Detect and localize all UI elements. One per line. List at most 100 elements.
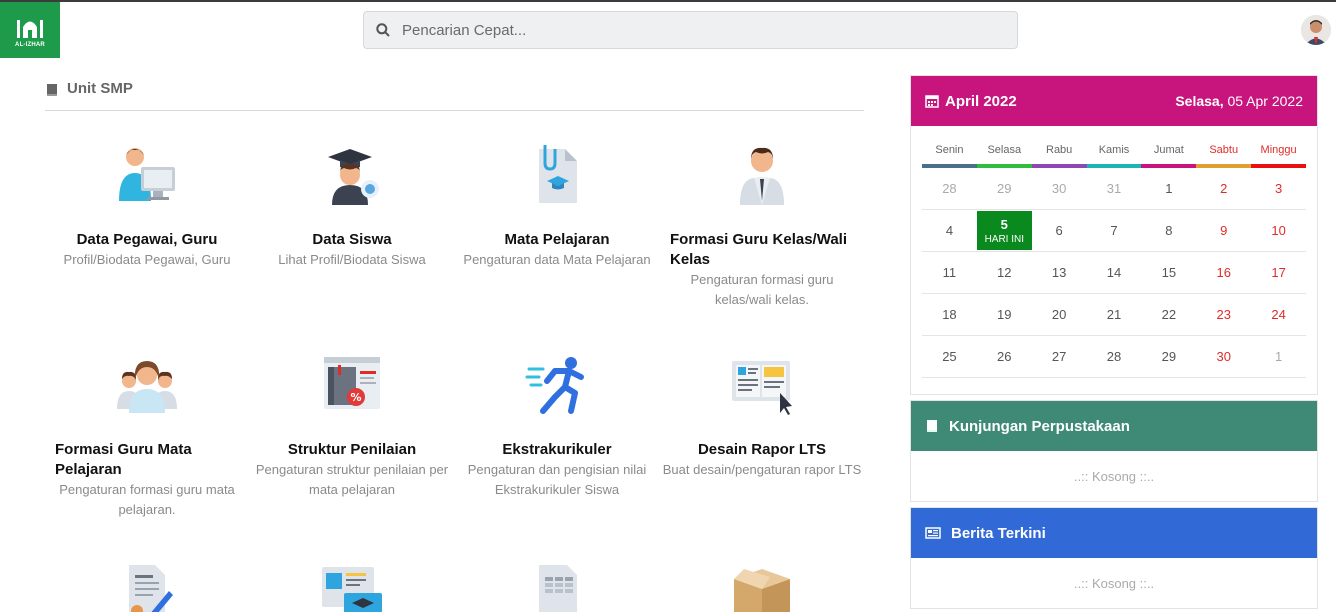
employee-computer-icon — [119, 148, 175, 201]
calendar-day-cell[interactable]: 12 — [977, 252, 1032, 293]
library-panel-title: Kunjungan Perpustakaan — [949, 417, 1130, 435]
calendar-day-cell[interactable]: 24 — [1251, 294, 1306, 335]
calendar-day-cell[interactable]: 18 — [922, 294, 977, 335]
calendar-day-cell[interactable]: 26 — [977, 336, 1032, 377]
tile-title: Mata Pelajaran — [504, 231, 610, 248]
calendar-week-row: 25 26 27 28 29 30 1 — [922, 336, 1306, 378]
calendar-date: 05 Apr 2022 — [1227, 93, 1303, 109]
calendar-day-cell[interactable]: 16 — [1196, 252, 1251, 293]
tile-desc: Pengaturan formasi guru kelas/wali kelas… — [690, 272, 834, 307]
tile-ekstrakurikuler[interactable]: Ekstrakurikuler Pengaturan dan pengisian… — [457, 350, 657, 500]
calendar-week-row: 11 12 13 14 15 16 17 — [922, 252, 1306, 294]
calendar-day-cell[interactable]: 13 — [1032, 252, 1087, 293]
news-panel-header: Berita Terkini — [911, 508, 1317, 558]
calendar-icon — [925, 95, 939, 108]
tile-formasi-guru-mapel[interactable]: Formasi Guru Mata Pelajaran Pengaturan f… — [47, 350, 247, 520]
section-title: Unit SMP — [67, 80, 133, 97]
search-input[interactable] — [402, 12, 1017, 48]
teacher-icon — [740, 147, 784, 205]
calendar-day-cell[interactable]: 10 — [1251, 210, 1306, 251]
calendar-week-row: 4 5 HARI INI 6 7 8 9 10 — [922, 210, 1306, 252]
tile-row3-2[interactable] — [252, 560, 452, 612]
calendar-day-cell[interactable]: 30 — [1196, 336, 1251, 377]
tile-title: Ekstrakurikuler — [502, 441, 612, 458]
calendar-day-cell[interactable]: 27 — [1032, 336, 1087, 377]
calendar-day-cell[interactable]: 23 — [1196, 294, 1251, 335]
calendar-widget: April 2022 Selasa, 05 Apr 2022 Senin Sela… — [910, 75, 1318, 395]
weekday-senin: Senin — [935, 144, 964, 156]
library-panel: Kunjungan Perpustakaan ..:: Kosong ::.. — [910, 400, 1318, 502]
weekday-kamis: Kamis — [1098, 144, 1130, 156]
tile-data-siswa[interactable]: Data Siswa Lihat Profil/Biodata Siswa — [252, 140, 452, 270]
weekday-rabu: Rabu — [1046, 144, 1073, 156]
calendar-day-cell[interactable]: 31 — [1087, 168, 1142, 209]
tile-data-pegawai[interactable]: Data Pegawai, Guru Profil/Biodata Pegawa… — [47, 140, 247, 270]
calendar-today-cell[interactable]: 5 HARI INI — [976, 211, 1032, 250]
calendar-day-cell[interactable]: 21 — [1087, 294, 1142, 335]
user-avatar[interactable] — [1301, 15, 1331, 45]
grading-book-icon: % — [324, 357, 380, 409]
calendar-day-cell[interactable]: 29 — [1141, 336, 1196, 377]
tile-title: Formasi Guru Kelas/Wali Kelas — [670, 231, 847, 268]
tile-formasi-guru-kelas[interactable]: Formasi Guru Kelas/Wali Kelas Pengaturan… — [662, 140, 862, 310]
tile-row3-3[interactable] — [457, 560, 657, 612]
calendar-day-cell[interactable]: 30 — [1032, 168, 1087, 209]
tile-desc: Pengaturan struktur penilaian per mata p… — [255, 462, 449, 497]
calendar-day-cell[interactable]: 4 — [922, 210, 977, 251]
calendar-week-row: 18 19 20 21 22 23 24 — [922, 294, 1306, 336]
top-border — [0, 0, 1336, 2]
tile-title: Data Siswa — [312, 231, 392, 248]
svg-text:%: % — [350, 391, 361, 404]
tile-row3-4[interactable] — [662, 560, 862, 612]
search-bar[interactable] — [363, 11, 1018, 49]
spreadsheet-icon — [539, 565, 577, 612]
calendar-month: April 2022 — [945, 92, 1017, 110]
tile-mata-pelajaran[interactable]: Mata Pelajaran Pengaturan data Mata Pela… — [457, 140, 657, 270]
certificate-edit-icon — [129, 565, 173, 612]
student-card-icon — [322, 567, 382, 612]
calendar-current-date: Selasa, 05 Apr 2022 — [1175, 93, 1303, 109]
search-icon — [376, 23, 390, 37]
calendar-day-cell[interactable]: 6 — [1032, 210, 1087, 251]
news-panel-empty: ..:: Kosong ::.. — [1073, 575, 1155, 591]
tile-row3-1[interactable] — [47, 560, 247, 612]
calendar-day-cell[interactable]: 1 — [1251, 336, 1306, 377]
calendar-day-cell[interactable]: 29 — [977, 168, 1032, 209]
weekday-minggu: Minggu — [1260, 144, 1297, 156]
calendar-day-cell[interactable]: 11 — [922, 252, 977, 293]
book-icon — [47, 84, 57, 96]
news-panel-title: Berita Terkini — [951, 524, 1046, 542]
weekday-jumat: Jumat — [1153, 144, 1184, 156]
library-panel-header: Kunjungan Perpustakaan — [911, 401, 1317, 451]
calendar-day-cell[interactable]: 8 — [1141, 210, 1196, 251]
calendar-day-cell[interactable]: 20 — [1032, 294, 1087, 335]
calendar-day-cell[interactable]: 9 — [1196, 210, 1251, 251]
weekday-sabtu: Sabtu — [1209, 144, 1239, 156]
tile-title: Formasi Guru Mata Pelajaran — [55, 441, 192, 478]
teacher-group-icon — [117, 361, 177, 413]
calendar-day-cell[interactable]: 17 — [1251, 252, 1306, 293]
calendar-day-cell[interactable]: 28 — [922, 168, 977, 209]
logo-text: AL-IZHAR — [15, 42, 45, 48]
logo[interactable]: AL-IZHAR — [0, 2, 60, 58]
subject-document-icon — [539, 145, 577, 203]
tile-desc: Profil/Biodata Pegawai, Guru — [63, 252, 231, 267]
calendar-day-cell[interactable]: 2 — [1196, 168, 1251, 209]
calendar-day-cell[interactable]: 1 — [1141, 168, 1196, 209]
calendar-day-cell[interactable]: 28 — [1087, 336, 1142, 377]
calendar-day-cell[interactable]: 25 — [922, 336, 977, 377]
tile-desain-rapor[interactable]: Desain Rapor LTS Buat desain/pengaturan … — [662, 350, 862, 480]
calendar-day-name: Selasa, — [1175, 93, 1224, 109]
calendar-day-cell[interactable]: 19 — [977, 294, 1032, 335]
calendar-week-row: 28 29 30 31 1 2 3 — [922, 168, 1306, 210]
calendar-day-cell[interactable]: 22 — [1141, 294, 1196, 335]
tile-struktur-penilaian[interactable]: % Struktur Penilaian Pengaturan struktur… — [252, 350, 452, 500]
calendar-day-cell[interactable]: 7 — [1087, 210, 1142, 251]
library-panel-empty: ..:: Kosong ::.. — [1073, 468, 1155, 484]
calendar-weekdays: Senin Selasa Rabu Kamis Jumat Sabtu Minggu — [922, 144, 1306, 164]
calendar-day-cell[interactable]: 14 — [1087, 252, 1142, 293]
newspaper-icon — [925, 527, 941, 539]
calendar-day-cell[interactable]: 3 — [1251, 168, 1306, 209]
calendar-day-cell[interactable]: 15 — [1141, 252, 1196, 293]
section-header: Unit SMP — [45, 80, 864, 111]
